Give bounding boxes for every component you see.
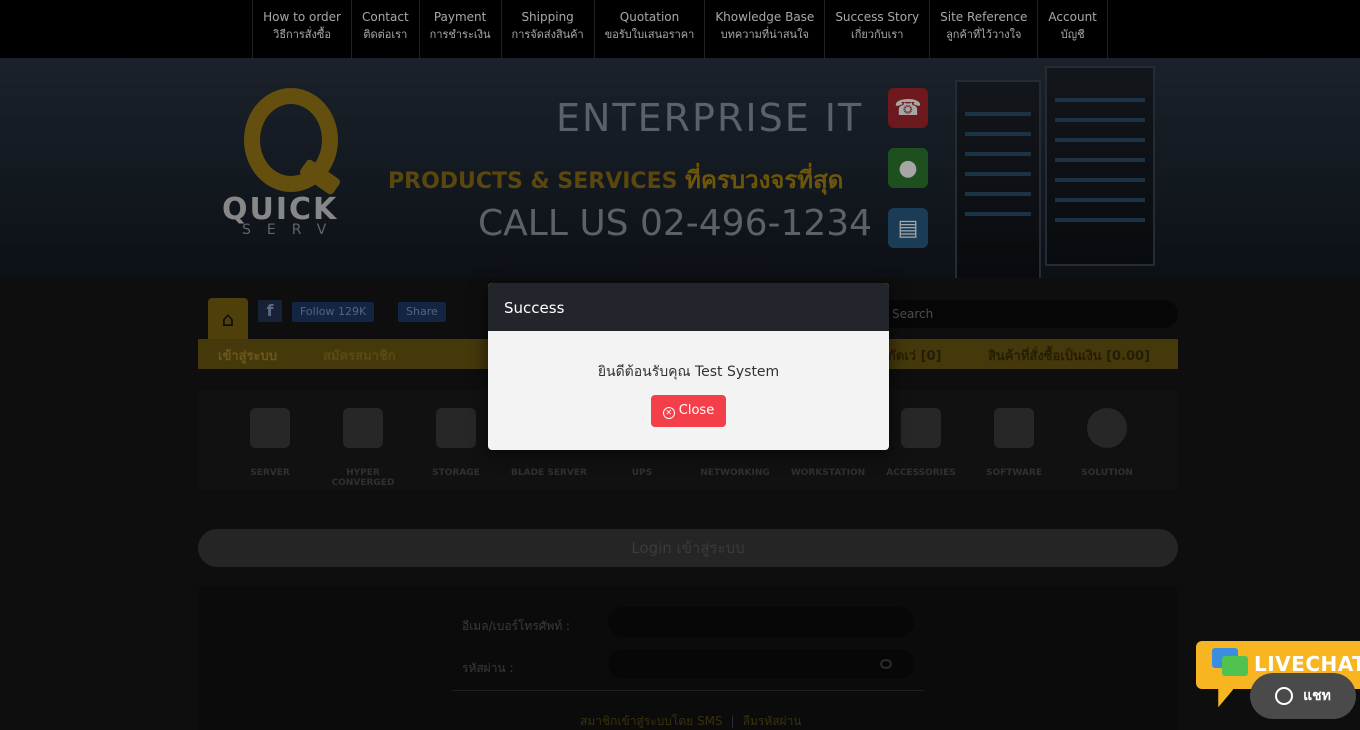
success-dialog: Success ยินดีต้อนรับคุณ Test System ✕ Clo…	[488, 283, 889, 450]
close-button[interactable]: ✕ Close	[650, 395, 727, 427]
close-button-label: Close	[678, 403, 715, 418]
close-circle-icon: ✕	[662, 407, 675, 419]
dialog-message: ยินดีต้อนรับคุณ Test System	[597, 364, 780, 380]
dialog-title: Success	[488, 283, 889, 331]
chat-icon	[1275, 687, 1294, 705]
chat-bubbles-icon	[1212, 648, 1252, 678]
dialog-body: ยินดีต้อนรับคุณ Test System ✕ Close	[488, 331, 889, 427]
chat-button-label: แชท	[1303, 688, 1331, 704]
chat-button[interactable]: แชท	[1250, 673, 1356, 719]
